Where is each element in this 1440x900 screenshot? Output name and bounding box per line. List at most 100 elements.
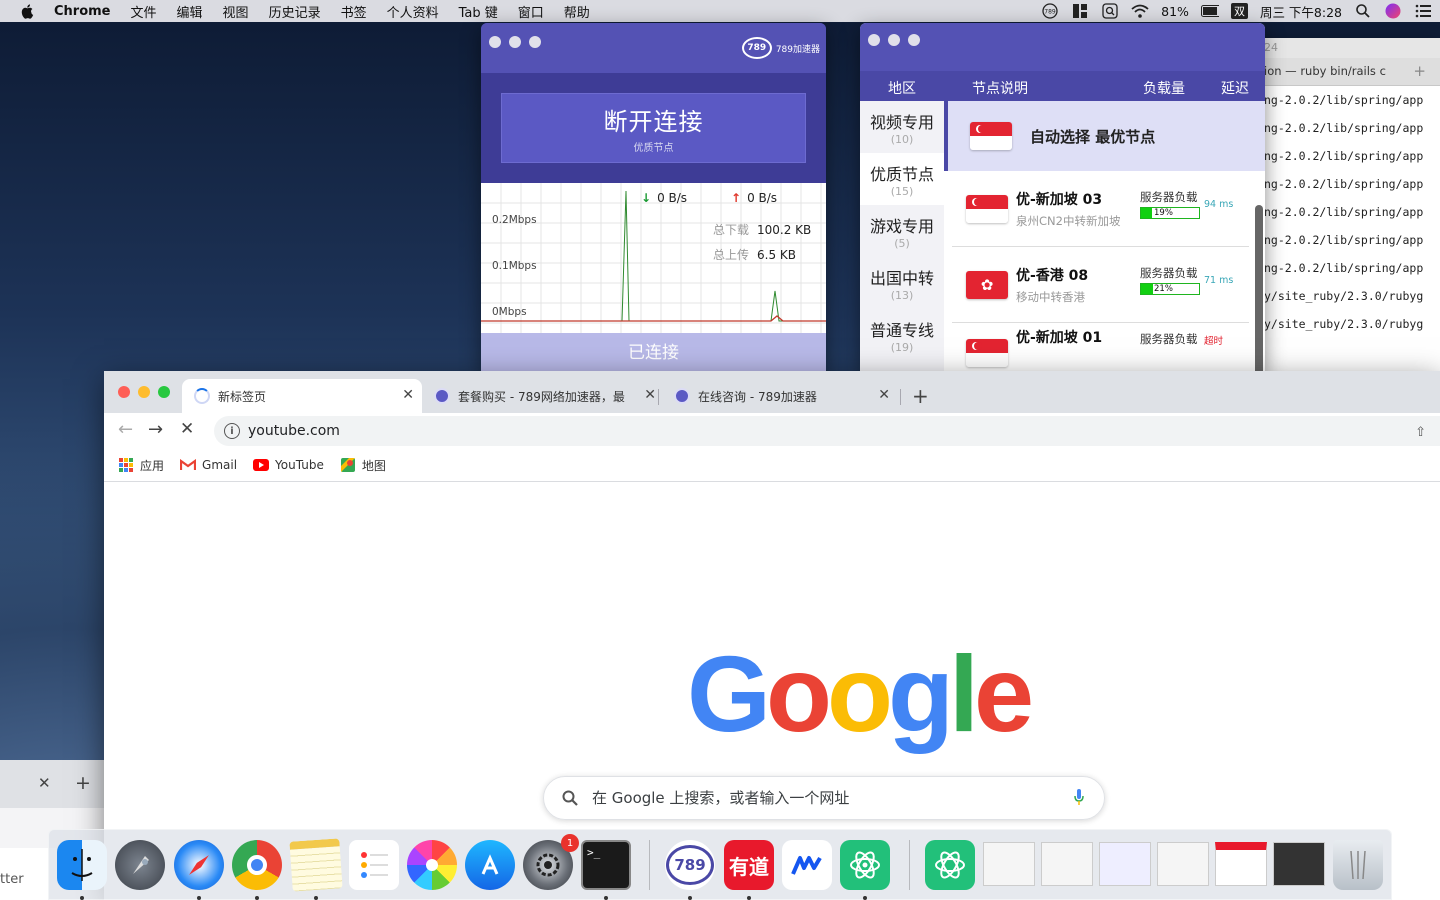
terminal-window[interactable]: 24 ion — ruby bin/rails c + ng-2.0.2/lib…	[1240, 38, 1440, 378]
minimized-app-icon[interactable]	[925, 840, 975, 890]
terminal-tab[interactable]: ion — ruby bin/rails c +	[1240, 58, 1440, 86]
terminal-new-tab-icon[interactable]: +	[1413, 62, 1426, 80]
logo-letter: o	[766, 633, 832, 754]
connection-status: 已连接	[481, 333, 826, 373]
menu-profile[interactable]: 个人资料	[377, 2, 449, 21]
minimized-window-thumbnail[interactable]	[1099, 842, 1151, 886]
bookmark-maps[interactable]: 地图	[340, 457, 386, 474]
zoom-button[interactable]	[158, 386, 170, 398]
node-row[interactable]: 优-新加坡 01 服务器负载 超时	[952, 323, 1249, 373]
siri-icon[interactable]	[1384, 3, 1402, 19]
youdao-dictionary-icon[interactable]: 有道	[724, 840, 774, 890]
notes-icon[interactable]	[289, 838, 343, 892]
category-premium[interactable]: 优质节点 (15)	[860, 153, 944, 205]
close-button[interactable]	[868, 34, 880, 46]
auto-select-node[interactable]: 自动选择 最优节点	[944, 101, 1265, 171]
atom-like-app-icon[interactable]	[840, 840, 890, 890]
accelerator-789-icon[interactable]: 789	[665, 840, 715, 890]
menu-help[interactable]: 帮助	[554, 2, 600, 21]
terminal-app-icon[interactable]: >_	[581, 840, 631, 890]
category-gaming[interactable]: 游戏专用 (5)	[860, 205, 944, 257]
menu-bookmarks[interactable]: 书签	[331, 2, 377, 21]
launchpad-icon[interactable]	[115, 840, 165, 890]
node-list-window[interactable]: 地区 节点说明 负载量 延迟 视频专用 (10) 优质节点 (15) 游戏专用 …	[860, 23, 1265, 373]
system-preferences-icon[interactable]: 1	[523, 834, 579, 890]
input-method-indicator[interactable]: 双	[1230, 3, 1248, 19]
stop-loading-icon[interactable]: ✕	[180, 419, 194, 439]
menu-edit[interactable]: 编辑	[167, 2, 213, 21]
accelerator-titlebar[interactable]: 789 789加速器	[481, 23, 826, 73]
chrome-window[interactable]: 新标签页 ✕ 套餐购买 - 789网络加速器，最 ✕ 在线咨询 - 789加速器…	[104, 371, 1440, 900]
menu-history[interactable]: 历史记录	[259, 2, 331, 21]
category-standard[interactable]: 普通专线 (19)	[860, 309, 944, 361]
back-arrow-icon[interactable]: ←	[118, 419, 133, 440]
minimize-button[interactable]	[888, 34, 900, 46]
clock[interactable]: 周三 下午8:28	[1260, 2, 1342, 21]
menu-view[interactable]: 视图	[213, 2, 259, 21]
close-button[interactable]	[489, 36, 501, 48]
bookmark-apps[interactable]: 应用	[118, 457, 164, 474]
lark-icon[interactable]	[782, 840, 832, 890]
dock-divider	[909, 840, 910, 890]
close-tab-icon[interactable]: ✕	[402, 387, 414, 403]
node-list-scrollbar[interactable]	[1255, 205, 1263, 373]
node-table-header: 地区 节点说明 负载量 延迟	[860, 71, 1265, 101]
minimize-button[interactable]	[509, 36, 521, 48]
google-search-box[interactable]	[543, 776, 1105, 820]
minimized-window-thumbnail[interactable]	[1157, 842, 1209, 886]
maps-icon	[340, 457, 356, 473]
tab-package-purchase[interactable]: 套餐购买 - 789网络加速器，最 ✕	[422, 379, 656, 413]
disconnect-button[interactable]: 断开连接 优质节点	[501, 93, 806, 163]
new-tab-icon[interactable]: +	[75, 772, 91, 794]
close-tab-icon[interactable]: ✕	[38, 774, 51, 792]
trash-icon[interactable]	[1333, 840, 1383, 890]
tab-new-tab[interactable]: 新标签页 ✕	[182, 379, 422, 413]
reminders-icon[interactable]	[349, 840, 399, 890]
notification-center-icon[interactable]	[1414, 3, 1432, 19]
address-bar[interactable]: i youtube.com ⇧	[214, 416, 1440, 446]
dashboard-icon[interactable]	[1071, 3, 1089, 19]
menu-app-name[interactable]: Chrome	[44, 4, 121, 19]
app-store-icon[interactable]	[465, 840, 515, 890]
forward-arrow-icon[interactable]: →	[148, 419, 163, 440]
wifi-icon[interactable]	[1131, 3, 1149, 19]
category-video[interactable]: 视频专用 (10)	[860, 101, 944, 153]
node-name: 优-新加坡 03	[1016, 191, 1103, 208]
menu-window[interactable]: 窗口	[508, 2, 554, 21]
battery-icon[interactable]	[1200, 3, 1219, 19]
connect-area: 断开连接 优质节点	[481, 73, 826, 183]
minimized-window-thumbnail[interactable]	[1041, 842, 1093, 886]
close-button[interactable]	[118, 386, 130, 398]
site-info-icon[interactable]: i	[224, 423, 240, 439]
minimized-window-thumbnail[interactable]	[1215, 842, 1267, 886]
tab-online-consult[interactable]: 在线咨询 - 789加速器 ✕	[662, 379, 898, 413]
share-icon[interactable]: ⇧	[1415, 425, 1426, 440]
bookmark-gmail[interactable]: Gmail	[180, 457, 237, 473]
category-relay[interactable]: 出国中转 (13)	[860, 257, 944, 309]
chrome-icon[interactable]	[232, 840, 282, 890]
search-input[interactable]	[592, 789, 1042, 807]
finder-icon[interactable]	[57, 840, 107, 890]
zoom-button[interactable]	[908, 34, 920, 46]
menu-tab[interactable]: Tab 键	[449, 2, 508, 21]
bookmark-youtube[interactable]: YouTube	[253, 457, 324, 473]
search-status-icon[interactable]	[1101, 3, 1119, 19]
close-tab-icon[interactable]: ✕	[878, 387, 890, 403]
spotlight-search-icon[interactable]	[1354, 3, 1372, 19]
close-tab-icon[interactable]: ✕	[644, 387, 656, 403]
node-row[interactable]: ✿ 优-香港 08 移动中转香港 服务器负载 21% 71 ms	[952, 247, 1249, 323]
photos-icon[interactable]	[407, 840, 457, 890]
accelerator-main-window[interactable]: 789 789加速器 断开连接 优质节点 0.2Mbps 0.1Mbps 0Mb…	[481, 23, 826, 373]
safari-icon[interactable]	[174, 840, 224, 890]
node-window-titlebar[interactable]	[860, 23, 1265, 71]
microphone-icon[interactable]	[1074, 789, 1084, 805]
apple-icon[interactable]	[20, 3, 36, 19]
minimized-window-thumbnail[interactable]	[1273, 842, 1325, 886]
menu-file[interactable]: 文件	[121, 2, 167, 21]
minimized-window-thumbnail[interactable]	[983, 842, 1035, 886]
minimize-button[interactable]	[138, 386, 150, 398]
new-tab-button[interactable]: +	[912, 384, 929, 408]
accelerator-status-icon[interactable]: 789	[1041, 3, 1059, 19]
node-row[interactable]: 优-新加坡 03 泉州CN2中转新加坡 服务器负载 19% 94 ms	[952, 171, 1249, 247]
zoom-button[interactable]	[529, 36, 541, 48]
